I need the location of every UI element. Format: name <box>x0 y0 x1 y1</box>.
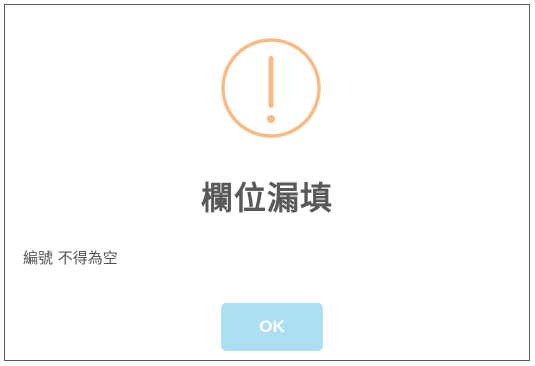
dialog-message: 編號 不得為空 <box>23 249 118 267</box>
dialog-title: 欄位漏填 <box>200 179 333 217</box>
alert-dialog: 欄位漏填 編號 不得為空 OK <box>4 4 530 361</box>
exclamation-warning-icon <box>221 38 321 138</box>
ok-button[interactable]: OK <box>221 303 323 351</box>
